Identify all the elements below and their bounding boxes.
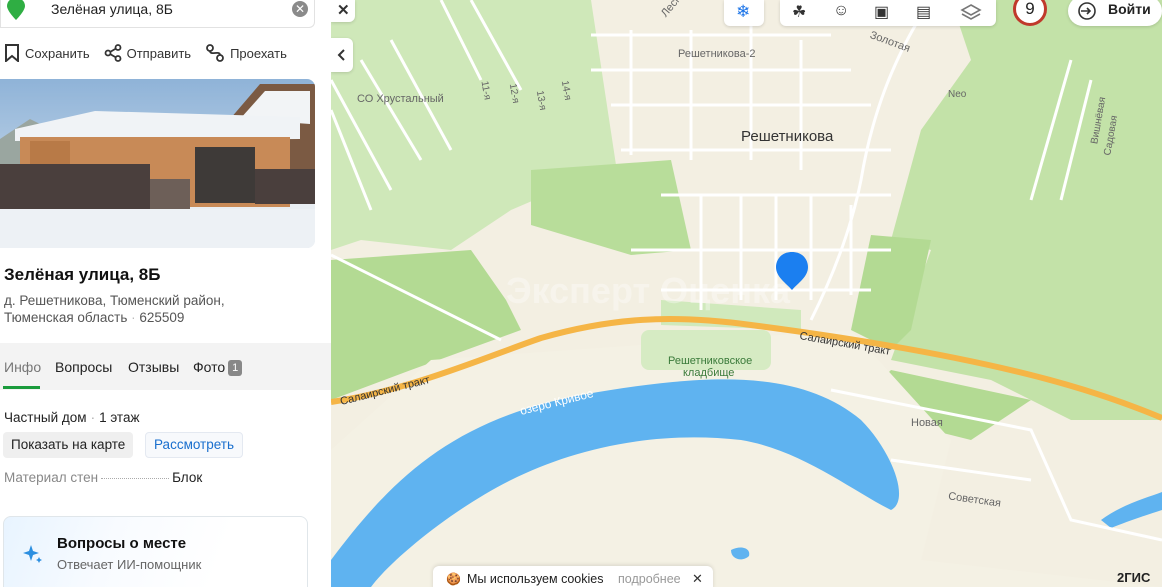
save-label: Сохранить [25, 45, 90, 61]
bookmark-icon [5, 44, 19, 62]
login-button[interactable]: Войти [1068, 0, 1162, 26]
action-bar: Сохранить Отправить Проехать [4, 44, 287, 62]
share-label: Отправить [126, 45, 192, 61]
share-button[interactable]: Отправить [104, 44, 191, 62]
tab-photos-label: Фото [193, 359, 226, 375]
close-icon: ✕ [337, 2, 350, 19]
sparkle-icon [23, 545, 42, 563]
map-toolbar: ☘ ☺ ▣ ▤ [780, 0, 996, 26]
building-type: Частный дом · 1 этаж [4, 410, 140, 425]
chevron-left-icon [337, 49, 345, 61]
photos-count-badge: 1 [228, 360, 243, 376]
wall-material-row: Материал стен Блок [4, 470, 204, 485]
ai-card-subtitle: Отвечает ИИ-помощник [57, 557, 202, 572]
postcode: 625509 [139, 310, 185, 325]
2gis-pin-icon [7, 0, 25, 20]
attractions-icon[interactable]: ☘ [792, 2, 806, 22]
save-button[interactable]: Сохранить [4, 44, 90, 62]
cookie-more-link[interactable]: подробнее [618, 572, 681, 586]
route-label: Проехать [230, 45, 287, 61]
tab-reviews[interactable]: Отзывы [128, 359, 179, 375]
map-label-cemetery2: кладбище [683, 367, 735, 379]
cookie-banner: 🍪 Мы используем cookies подробнее ✕ [433, 566, 713, 587]
collapse-panel-button[interactable] [331, 38, 353, 72]
place-address: д. Решетникова, Тюменский район, Тюменск… [4, 293, 225, 325]
map-label-village2: Решетникова-2 [678, 48, 756, 60]
traffic-score: 9 [1025, 0, 1035, 18]
tab-info[interactable]: Инфо [4, 359, 41, 375]
show-on-map-button[interactable]: Показать на карте [3, 432, 134, 458]
view-button[interactable]: Рассмотреть [145, 432, 244, 458]
address-line2: Тюменская область [4, 310, 128, 325]
route-button[interactable]: Проехать [205, 44, 287, 62]
building-kind: Частный дом [4, 410, 87, 425]
search-input[interactable]: Зелёная улица, 8Б [51, 1, 173, 17]
house-photo-image [0, 79, 315, 248]
ai-card-title: Вопросы о месте [57, 535, 187, 552]
business-icon[interactable]: ▤ [916, 2, 931, 22]
brand-logo: 2ГИС [1117, 570, 1151, 585]
cookie-close-icon[interactable]: ✕ [692, 571, 703, 587]
place-title: Зелёная улица, 8Б [4, 265, 161, 284]
cookie-text: Мы используем cookies [467, 572, 604, 586]
address-line1: д. Решетникова, Тюменский район, [4, 293, 225, 308]
close-panel-button[interactable]: ✕ [331, 0, 355, 22]
cookie-icon: 🍪 [446, 572, 461, 586]
tab-questions[interactable]: Вопросы [55, 359, 112, 375]
map-label-neo: Neo [948, 89, 967, 100]
tab-photos[interactable]: Фото 1 [193, 359, 243, 376]
watermark: Эксперт Оценка [506, 270, 791, 311]
map-label-novaya: Новая [911, 417, 943, 429]
map-label-village: Решетникова [741, 128, 834, 145]
active-tab-indicator [3, 386, 40, 389]
building-floors: 1 этаж [99, 410, 140, 425]
ai-questions-card[interactable]: Вопросы о месте Отвечает ИИ-помощник [3, 516, 308, 587]
people-icon[interactable]: ☺ [833, 2, 849, 20]
transport-icon[interactable]: ▣ [874, 2, 889, 22]
map-label-cemetery1: Решетниковское [668, 355, 753, 367]
layers-icon[interactable] [960, 3, 982, 21]
login-icon [1078, 2, 1096, 20]
place-panel: Зелёная улица, 8Б ✕ Сохранить Отправить [0, 0, 331, 587]
map-label-so: СО Хрустальный [357, 93, 444, 105]
login-label: Войти [1108, 1, 1151, 17]
map-canvas[interactable]: Решетникова Решетникова-2 СО Хрустальный… [331, 0, 1162, 587]
clear-search-icon[interactable]: ✕ [292, 1, 308, 17]
route-icon [206, 44, 224, 62]
snowflake-icon: ❄ [736, 2, 751, 21]
winter-mode-button[interactable]: ❄ [724, 0, 764, 26]
share-icon [104, 44, 122, 62]
place-photo[interactable] [0, 79, 315, 248]
tabs-bar: Инфо Вопросы Отзывы Фото 1 [0, 343, 331, 390]
search-bar[interactable]: Зелёная улица, 8Б ✕ [0, 0, 315, 28]
wall-material-value: Блок [172, 470, 203, 485]
wall-material-label: Материал стен [4, 470, 99, 485]
